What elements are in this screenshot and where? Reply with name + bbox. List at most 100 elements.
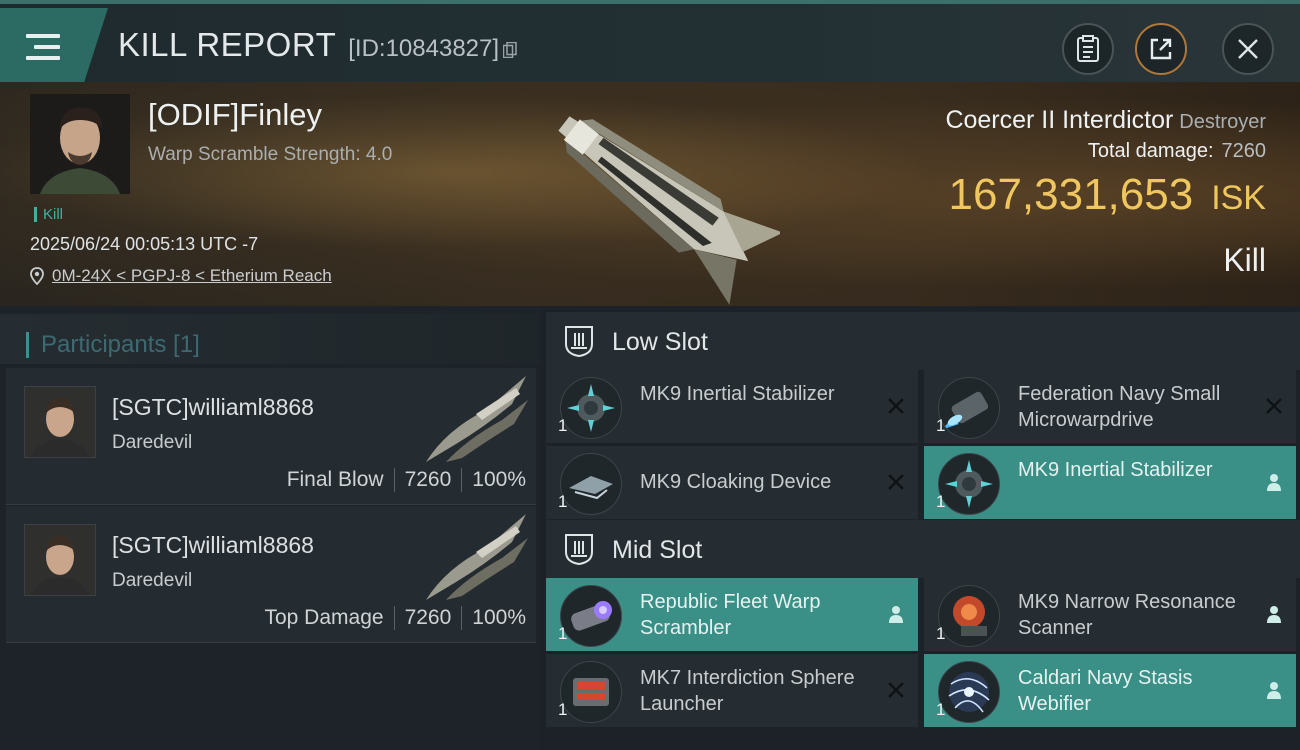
module-quantity: 1	[936, 700, 946, 719]
clipboard-icon	[1077, 35, 1099, 62]
dropped-person-icon	[1262, 602, 1286, 626]
participant-role: Final Blow	[286, 468, 384, 491]
module-quantity: 1	[558, 492, 568, 511]
module-name: MK7 Interdiction Sphere Launcher	[640, 667, 855, 715]
module-name: MK9 Narrow Resonance Scanner	[1018, 591, 1236, 639]
fitting-panel: Low Slot 1 MK9 Inertial Stabilizer 1 Fed…	[540, 306, 1300, 750]
isk-value: 167,331,653	[948, 170, 1194, 219]
total-damage-value: 7260	[1221, 140, 1267, 162]
report-result: Kill	[1223, 242, 1266, 278]
participant-card[interactable]: [SGTC]williaml8868 Daredevil Final Blow …	[6, 368, 536, 505]
ship-type[interactable]: Coercer II Interdictor	[945, 106, 1173, 134]
mid-slot-header: Mid Slot	[546, 520, 1300, 578]
victim-ship-image	[558, 116, 780, 305]
location-pin-icon	[30, 267, 44, 285]
destroyed-icon	[884, 678, 908, 702]
module-item[interactable]: 1 Republic Fleet Warp Scrambler	[546, 578, 918, 651]
module-item[interactable]: 1 MK9 Cloaking Device	[546, 446, 918, 519]
module-name: Republic Fleet Warp Scrambler	[640, 591, 821, 639]
destroyed-icon	[1262, 394, 1286, 418]
microwarpdrive-icon	[938, 377, 1000, 439]
low-slot-label: Low Slot	[612, 328, 708, 356]
inertial-stabilizer-icon	[560, 377, 622, 439]
stasis-webifier-icon	[938, 661, 1000, 723]
close-button[interactable]	[1222, 23, 1274, 75]
victim-name[interactable]: [ODIF]Finley	[148, 97, 322, 133]
share-button[interactable]	[1135, 23, 1187, 75]
menu-button[interactable]	[0, 8, 108, 82]
participant-avatar[interactable]	[24, 524, 96, 596]
warp-scramble-strength: Warp Scramble Strength: 4.0	[148, 144, 393, 165]
victim-portrait[interactable]	[30, 94, 130, 194]
participant-role: Top Damage	[264, 606, 384, 629]
ship-class: Destroyer	[1179, 111, 1266, 133]
module-quantity: 1	[558, 700, 568, 719]
pilot-avatar-icon	[30, 94, 130, 194]
module-name: MK9 Cloaking Device	[640, 471, 832, 493]
module-quantity: 1	[936, 492, 946, 511]
module-item[interactable]: 1 Caldari Navy Stasis Webifier	[924, 654, 1296, 727]
isk-value-row: 167,331,653 ISK	[949, 170, 1267, 220]
warp-scrambler-icon	[560, 585, 622, 647]
isk-unit: ISK	[1211, 179, 1266, 217]
total-damage-label: Total damage:	[1087, 140, 1214, 162]
ship-name: Coercer II Interdictor Destroyer	[945, 106, 1266, 135]
low-slot-header: Low Slot	[546, 312, 1300, 370]
cloaking-device-icon	[560, 453, 622, 515]
module-name: Caldari Navy Stasis Webifier	[1018, 667, 1193, 715]
participant-ship: Daredevil	[112, 432, 193, 453]
participant-avatar[interactable]	[24, 386, 96, 458]
pilot-avatar-icon	[25, 387, 95, 457]
close-icon	[1238, 39, 1258, 59]
participant-stats: Final Blow 7260 100%	[287, 468, 526, 492]
title-group: KILL REPORT [ID:10843827]	[118, 26, 517, 66]
top-bar: KILL REPORT [ID:10843827]	[0, 0, 1300, 82]
dropped-person-icon	[884, 602, 908, 626]
location-link[interactable]: 0M-24X < PGPJ-8 < Etherium Reach	[52, 266, 332, 286]
participants-header: Participants [1]	[0, 314, 540, 364]
copy-icon[interactable]	[503, 42, 517, 58]
destroyed-icon	[884, 394, 908, 418]
dropped-person-icon	[1262, 678, 1286, 702]
total-damage: Total damage: 7260	[1088, 140, 1266, 163]
participant-damage: 7260	[404, 606, 452, 629]
kill-datetime: 2025/06/24 00:05:13 UTC -7	[30, 234, 259, 254]
participant-percent: 100%	[472, 606, 526, 629]
mid-slot-label: Mid Slot	[612, 536, 703, 564]
module-name: MK9 Inertial Stabilizer	[640, 383, 835, 405]
participant-damage: 7260	[404, 468, 452, 491]
module-name: MK9 Inertial Stabilizer	[1018, 459, 1213, 481]
participant-stats: Top Damage 7260 100%	[264, 606, 526, 630]
participant-ship-image	[426, 514, 528, 600]
module-item[interactable]: 1 Federation Navy Small Microwarpdrive	[924, 370, 1296, 443]
victim-summary: [ODIF]Finley Warp Scramble Strength: 4.0…	[0, 82, 1300, 306]
pilot-avatar-icon	[25, 525, 95, 595]
location-row: 0M-24X < PGPJ-8 < Etherium Reach	[30, 266, 332, 286]
resonance-scanner-icon	[938, 585, 1000, 647]
participants-panel: Participants [1] [SGTC]williaml8868 Dare…	[0, 306, 540, 750]
sphere-launcher-icon	[560, 661, 622, 723]
participants-title: Participants [1]	[26, 332, 200, 358]
module-name: Federation Navy Small Microwarpdrive	[1018, 383, 1221, 431]
participant-name[interactable]: [SGTC]williaml8868	[112, 532, 314, 559]
destroyed-icon	[884, 470, 908, 494]
module-item[interactable]: 1 MK9 Inertial Stabilizer	[546, 370, 918, 443]
participant-name[interactable]: [SGTC]williaml8868	[112, 394, 314, 421]
module-item[interactable]: 1 MK9 Narrow Resonance Scanner	[924, 578, 1296, 651]
dropped-person-icon	[1262, 470, 1286, 494]
participant-card[interactable]: [SGTC]williaml8868 Daredevil Top Damage …	[6, 506, 536, 643]
page-title: KILL REPORT	[118, 26, 337, 63]
participant-ship-image	[426, 376, 528, 462]
participant-percent: 100%	[472, 468, 526, 491]
module-quantity: 1	[936, 624, 946, 643]
share-icon	[1150, 38, 1172, 60]
mid-slot-icon	[565, 534, 593, 566]
low-slot-icon	[565, 326, 593, 358]
module-item[interactable]: 1 MK9 Inertial Stabilizer	[924, 446, 1296, 519]
kill-tag: Kill	[34, 207, 63, 222]
module-quantity: 1	[936, 416, 946, 435]
module-quantity: 1	[558, 416, 568, 435]
hamburger-menu-icon	[26, 34, 60, 60]
module-item[interactable]: 1 MK7 Interdiction Sphere Launcher	[546, 654, 918, 727]
clipboard-button[interactable]	[1062, 23, 1114, 75]
